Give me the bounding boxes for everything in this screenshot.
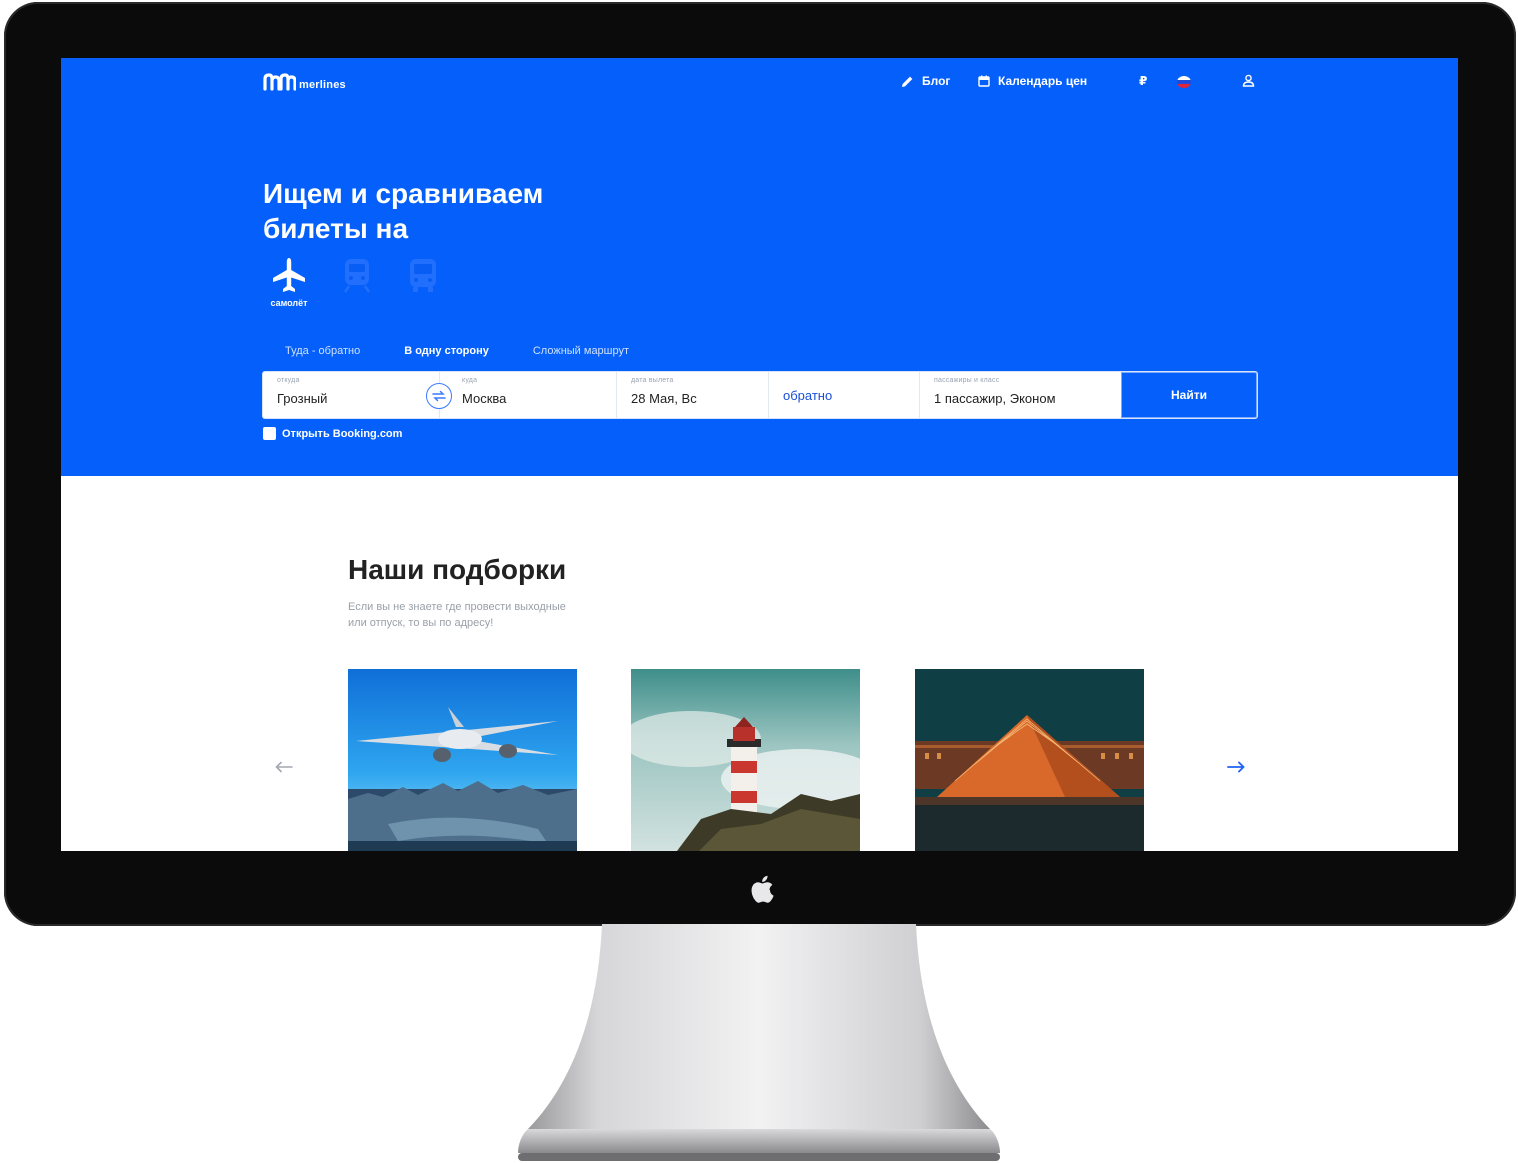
carousel-prev-button[interactable] xyxy=(275,760,293,778)
booking-checkbox[interactable] xyxy=(263,427,276,440)
airplane-photo xyxy=(348,669,577,851)
transport-bus[interactable] xyxy=(395,256,451,294)
monitor-stand xyxy=(518,924,1000,1161)
bus-icon xyxy=(410,259,436,292)
collection-card[interactable] xyxy=(631,669,860,851)
collection-card[interactable] xyxy=(348,669,577,851)
browser-screen: merlines Блог Календарь цен ₽ Ищем и сра… xyxy=(61,58,1458,851)
destination-label: куда xyxy=(462,377,478,384)
hero-title-line2: билеты на xyxy=(263,213,409,244)
swap-icon xyxy=(432,390,446,402)
swap-button[interactable] xyxy=(426,383,452,409)
origin-value: Грозный xyxy=(277,391,328,406)
collections-title: Наши подборки xyxy=(348,554,567,585)
tab-round-trip[interactable]: Туда - обратно xyxy=(285,345,360,357)
tab-complex-route[interactable]: Сложный маршрут xyxy=(533,345,629,357)
departure-date-value: 28 Мая, Вс xyxy=(631,391,697,406)
calendar-icon xyxy=(978,75,990,87)
search-button[interactable]: Найти xyxy=(1121,372,1257,418)
lighthouse-photo xyxy=(631,669,860,851)
carousel-next-button[interactable] xyxy=(1227,760,1245,778)
nav-blog-link[interactable]: Блог xyxy=(901,74,950,88)
booking-option: Открыть Booking.com xyxy=(263,427,402,440)
russia-flag-icon xyxy=(1177,76,1191,88)
booking-label[interactable]: Открыть Booking.com xyxy=(282,428,402,440)
top-nav: Блог Календарь цен ₽ xyxy=(61,74,1458,90)
destination-value: Москва xyxy=(462,391,507,406)
account-button[interactable] xyxy=(1242,74,1255,87)
hero-section: merlines Блог Календарь цен ₽ Ищем и сра… xyxy=(61,58,1458,476)
apple-logo xyxy=(751,875,774,903)
return-date-value: обратно xyxy=(783,388,833,403)
transport-plane-label: самолёт xyxy=(270,298,308,308)
transport-plane[interactable]: самолёт xyxy=(261,256,317,308)
origin-label: откуда xyxy=(277,377,300,384)
trip-type-tabs: Туда - обратно В одну сторону Сложный ма… xyxy=(285,345,629,357)
destination-field[interactable]: куда Москва xyxy=(440,372,617,418)
hero-title: Ищем и сравниваем билеты на xyxy=(263,176,683,246)
currency-selector[interactable]: ₽ xyxy=(1139,74,1147,88)
collections-subtitle-line1: Если вы не знаете где провести выходные xyxy=(348,601,566,613)
user-icon xyxy=(1242,74,1255,87)
collection-card[interactable] xyxy=(915,669,1144,851)
origin-field[interactable]: откуда Грозный xyxy=(263,372,452,418)
search-form: откуда Грозный куда Москва дата вылета 2… xyxy=(262,371,1258,419)
louvre-photo xyxy=(915,669,1144,851)
tab-one-way[interactable]: В одну сторону xyxy=(404,345,489,357)
passengers-value: 1 пассажир, Эконом xyxy=(934,391,1056,406)
return-date-field[interactable]: обратно xyxy=(769,372,920,418)
transport-train[interactable] xyxy=(329,256,385,294)
pencil-icon xyxy=(902,76,913,87)
nav-calendar-label: Календарь цен xyxy=(998,74,1088,88)
passengers-label: пассажиры и класс xyxy=(934,377,1000,384)
collections-subtitle-line2: или отпуск, то вы по адресу! xyxy=(348,617,494,629)
arrow-right-icon xyxy=(1227,761,1245,773)
hero-title-line1: Ищем и сравниваем xyxy=(263,178,544,209)
departure-date-field[interactable]: дата вылета 28 Мая, Вс xyxy=(617,372,769,418)
departure-date-label: дата вылета xyxy=(631,377,674,384)
language-selector[interactable] xyxy=(1177,76,1191,88)
nav-blog-label: Блог xyxy=(922,74,951,88)
passengers-field[interactable]: пассажиры и класс 1 пассажир, Эконом xyxy=(920,372,1121,418)
nav-calendar-link[interactable]: Календарь цен xyxy=(978,74,1087,88)
plane-icon xyxy=(273,258,305,292)
currency-label: ₽ xyxy=(1139,74,1148,88)
arrow-left-icon xyxy=(275,761,293,773)
train-icon xyxy=(344,259,370,293)
collections-subtitle: Если вы не знаете где провести выходные … xyxy=(348,599,628,631)
